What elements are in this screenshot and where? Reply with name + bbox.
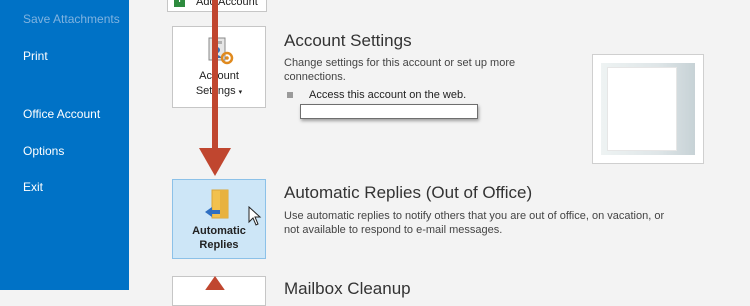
auto-reply-arrow-icon xyxy=(205,189,229,219)
chevron-down-icon: ▾ xyxy=(238,89,243,96)
add-account-button[interactable]: + Add Account xyxy=(167,0,267,12)
add-account-label: Add Account xyxy=(196,0,258,8)
account-settings-desc-2: connections. xyxy=(284,71,346,83)
account-settings-title: Account Settings xyxy=(284,31,412,50)
sidebar-item-print[interactable]: Print xyxy=(23,49,48,63)
plus-icon: + xyxy=(174,0,185,7)
sidebar-item-office-account[interactable]: Office Account xyxy=(23,107,100,121)
account-settings-button[interactable]: Account Settings ▾ xyxy=(172,26,266,108)
web-url-field[interactable] xyxy=(300,104,478,119)
automatic-replies-title: Automatic Replies (Out of Office) xyxy=(284,183,533,202)
sidebar-item-save-attachments: Save Attachments xyxy=(23,12,120,26)
web-access-link[interactable]: Access this account on the web. xyxy=(309,89,466,101)
automatic-replies-desc-2: not available to respond to e-mail messa… xyxy=(284,224,503,236)
mailbox-cleanup-title: Mailbox Cleanup xyxy=(284,279,411,298)
automatic-replies-desc-1: Use automatic replies to notify others t… xyxy=(284,210,665,222)
sidebar-item-exit[interactable]: Exit xyxy=(23,180,43,194)
mouse-cursor-icon xyxy=(248,206,262,226)
bullet-icon xyxy=(287,92,293,98)
automatic-replies-tile-label-1: Automatic xyxy=(192,225,246,237)
mailbox-cleanup-button[interactable] xyxy=(172,276,266,306)
backstage-sidebar: Save Attachments Print Office Account Op… xyxy=(0,0,129,290)
account-gear-icon xyxy=(208,37,234,65)
automatic-replies-tile-label-2: Replies xyxy=(199,239,239,251)
sidebar-item-options[interactable]: Options xyxy=(23,144,64,158)
profile-picture[interactable] xyxy=(592,54,704,164)
account-settings-tile-label-1: Account xyxy=(199,70,239,82)
account-settings-tile-label-2: Settings ▾ xyxy=(195,85,243,97)
profile-photo-blank xyxy=(607,67,677,151)
account-settings-desc-1: Change settings for this account or set … xyxy=(284,57,516,69)
